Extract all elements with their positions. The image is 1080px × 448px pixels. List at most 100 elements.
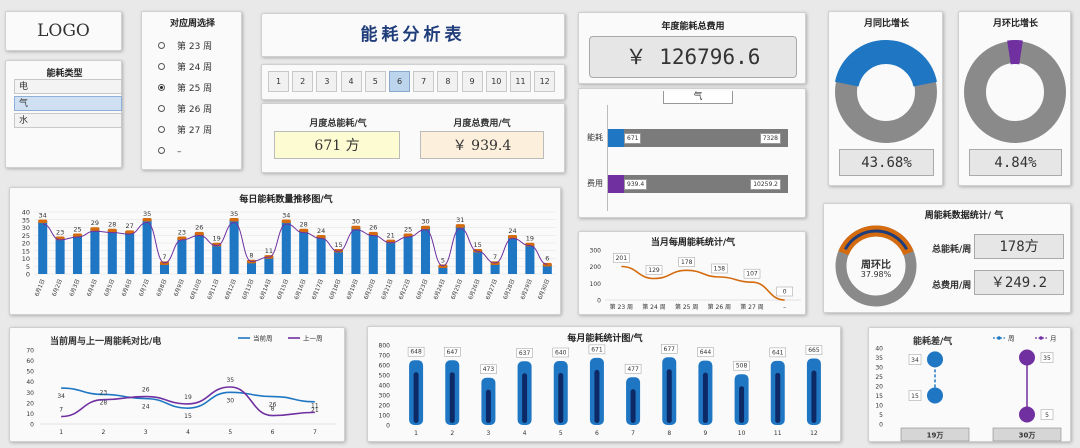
week-radio-option[interactable]: 第 24 周 bbox=[158, 61, 212, 75]
diff-data-label: 34 bbox=[911, 357, 919, 364]
radio-button[interactable] bbox=[158, 126, 165, 133]
week-select-panel: 对应周选择 第 23 周第 24 周第 25 周第 26 周第 27 周 – bbox=[141, 11, 242, 170]
month-button[interactable]: 9 bbox=[461, 71, 483, 92]
diff-point bbox=[1019, 349, 1035, 366]
diff-point bbox=[927, 387, 943, 404]
month-button[interactable]: 8 bbox=[437, 71, 459, 92]
x-tick-label: 6月2日 bbox=[51, 278, 64, 297]
x-tick-label: 6月20日 bbox=[363, 278, 378, 301]
month-button[interactable]: 10 bbox=[485, 71, 507, 92]
month-button[interactable]: 1 bbox=[268, 71, 289, 92]
mom-panel: 月环比增长 4.84% bbox=[958, 11, 1071, 186]
x-tick-label: 2 bbox=[450, 430, 454, 437]
progress-panel: 气 能耗 671 7328 费用 939.4 10259.2 bbox=[578, 88, 806, 218]
x-tick-label: 1 bbox=[414, 430, 418, 437]
x-tick-label: 6月1日 bbox=[33, 278, 46, 297]
daily-bar bbox=[107, 230, 117, 274]
week-radio-option[interactable]: 第 25 周 bbox=[158, 82, 212, 96]
progress-row-label: 能耗 bbox=[587, 133, 603, 142]
progress-fill bbox=[608, 129, 625, 147]
month-button[interactable]: 4 bbox=[340, 71, 362, 92]
month-button[interactable]: 11 bbox=[510, 71, 531, 92]
progress-total-label: 7328 bbox=[759, 133, 781, 144]
daily-data-label: 23 bbox=[56, 228, 64, 236]
daily-bar-cap bbox=[229, 217, 239, 222]
x-tick-label: 6 bbox=[595, 430, 599, 437]
y-tick-label: 500 bbox=[379, 373, 391, 380]
yoy-title: 月同比增长 bbox=[863, 19, 909, 29]
y-tick-label: 20 bbox=[26, 400, 34, 407]
weekly-line-data-label: 0 bbox=[783, 289, 787, 296]
daily-data-label: 26 bbox=[195, 224, 203, 232]
month-button[interactable]: 3 bbox=[316, 71, 338, 92]
progress-tab-label: 气 bbox=[693, 92, 703, 102]
daily-data-label: 24 bbox=[508, 227, 516, 235]
radio-button[interactable] bbox=[158, 105, 165, 112]
radio-button[interactable] bbox=[158, 63, 165, 70]
daily-bar bbox=[299, 230, 309, 274]
daily-bar bbox=[125, 232, 135, 274]
progress-value-label: 671 bbox=[624, 133, 642, 144]
daily-trend-line bbox=[42, 222, 548, 267]
energy-type-item[interactable]: 水 bbox=[14, 113, 122, 128]
monthly-bar-inner bbox=[630, 389, 636, 423]
month-button[interactable]: 5 bbox=[364, 71, 386, 92]
monthly-data-label: 648 bbox=[410, 349, 422, 356]
y-tick-label: 70 bbox=[26, 348, 34, 355]
x-tick-label: 6 bbox=[271, 429, 275, 436]
week-compare-data-label: 35 bbox=[226, 377, 234, 384]
yoy-donut bbox=[835, 40, 937, 143]
y-tick-label: 35 bbox=[875, 355, 883, 362]
week-radio-label: 第 25 周 bbox=[177, 84, 213, 94]
progress-tab: 气 bbox=[663, 91, 733, 104]
week-radio-option[interactable]: 第 26 周 bbox=[158, 103, 212, 117]
month-button[interactable]: 6 bbox=[389, 71, 410, 92]
week-compare-data-label: 11 bbox=[311, 402, 319, 409]
monthly-data-label: 508 bbox=[736, 363, 748, 370]
daily-bar bbox=[403, 235, 413, 274]
radio-button[interactable] bbox=[158, 84, 165, 91]
radio-button[interactable] bbox=[158, 42, 165, 49]
weekly-line-panel: 当月每周能耗统计/气 0 100 200 300 201 第 23 周 129 第 24 周1… bbox=[578, 231, 806, 315]
monthly-energy-value: 671 方 bbox=[274, 131, 400, 159]
daily-bar bbox=[333, 250, 344, 274]
y-tick-label: 15 bbox=[875, 393, 883, 400]
diff-chart: 0 5 10 15 20 25 30 35 40 34 15 19万 周 35 5 30万 月 bbox=[875, 335, 1062, 442]
monthly-bar-inner bbox=[558, 373, 564, 423]
daily-data-label: 35 bbox=[230, 210, 238, 218]
y-tick-label: 200 bbox=[379, 403, 391, 410]
radio-button[interactable] bbox=[158, 147, 165, 154]
y-tick-label: 100 bbox=[379, 413, 391, 420]
x-tick-label: 8 bbox=[667, 430, 671, 437]
x-tick-label: 3 bbox=[487, 430, 491, 437]
week-radio-option[interactable]: – bbox=[158, 145, 182, 159]
mom-donut bbox=[964, 40, 1066, 143]
energy-type-item[interactable]: 电 bbox=[14, 79, 122, 94]
week-radio-label: 第 24 周 bbox=[177, 63, 213, 73]
daily-bar bbox=[316, 236, 326, 274]
monthly-bars-chart: 0100200300400500600700800648164724733637… bbox=[379, 343, 823, 437]
x-tick-label: 6月10日 bbox=[189, 278, 204, 301]
y-tick-label: 30 bbox=[22, 224, 30, 232]
y-tick-label: 40 bbox=[26, 379, 34, 386]
monthly-data-label: 640 bbox=[555, 350, 567, 357]
monthly-energy-label: 月度总能耗/气 bbox=[309, 119, 367, 129]
month-button[interactable]: 7 bbox=[413, 71, 435, 92]
daily-bar-cap bbox=[90, 227, 100, 231]
week-radio-option[interactable]: 第 27 周 bbox=[158, 124, 212, 138]
month-button[interactable]: 12 bbox=[534, 71, 556, 92]
daily-data-label: 5 bbox=[441, 256, 445, 264]
daily-data-label: 15 bbox=[334, 241, 342, 249]
week-radio-option[interactable]: 第 23 周 bbox=[158, 40, 212, 54]
y-tick-label: 25 bbox=[22, 232, 30, 240]
x-tick-label: 6月18日 bbox=[328, 278, 343, 301]
y-tick-label: 700 bbox=[379, 353, 391, 360]
donut-value-arc bbox=[835, 40, 937, 88]
week-radio-label: 第 26 周 bbox=[177, 105, 213, 115]
daily-bar bbox=[264, 256, 274, 274]
month-button[interactable]: 2 bbox=[292, 71, 314, 92]
daily-bar bbox=[420, 227, 431, 274]
daily-bar bbox=[72, 235, 83, 274]
energy-type-item[interactable]: 气 bbox=[14, 96, 122, 111]
diff-category-label: 19万 bbox=[927, 432, 944, 440]
